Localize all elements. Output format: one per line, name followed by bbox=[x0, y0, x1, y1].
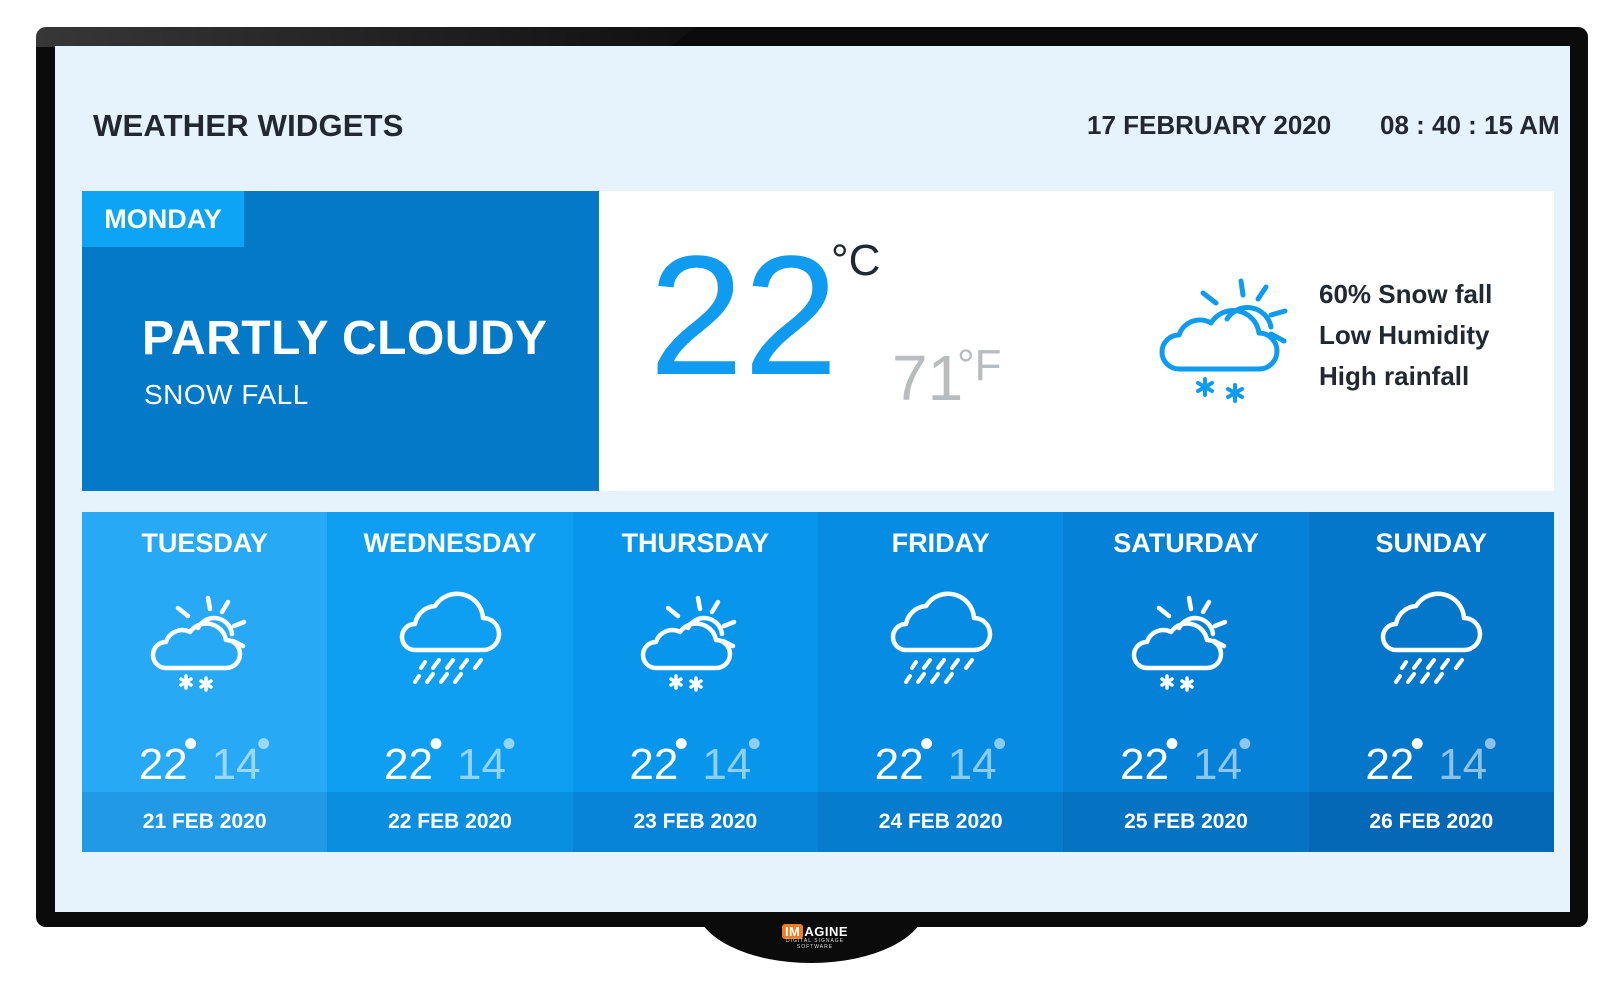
rain-cloud-icon bbox=[1376, 584, 1486, 694]
brand-logo-prefix: IM bbox=[781, 924, 804, 939]
temp-celsius: 22 bbox=[649, 221, 839, 411]
forecast-day-name: SUNDAY bbox=[1375, 528, 1488, 558]
today-details: 60% Snow fall Low Humidity High rainfall bbox=[1319, 279, 1492, 402]
today-day-badge: MONDAY bbox=[82, 191, 244, 247]
detail-snowfall: 60% Snow fall bbox=[1319, 279, 1493, 309]
forecast-temps: 22• 14• bbox=[384, 722, 516, 789]
partly-cloudy-snow-icon bbox=[640, 584, 750, 694]
rain-cloud-icon bbox=[886, 584, 996, 694]
forecast-date: 25 FEB 2020 bbox=[1063, 792, 1309, 852]
forecast-date: 23 FEB 2020 bbox=[572, 792, 818, 852]
forecast-date: 26 FEB 2020 bbox=[1308, 792, 1554, 852]
partly-cloudy-snow-icon bbox=[1131, 584, 1241, 694]
temp-fahrenheit: 71 bbox=[892, 342, 964, 414]
page-title: WEATHER WIDGETS bbox=[93, 108, 404, 143]
forecast-low: 14 bbox=[1438, 740, 1488, 789]
current-weather-panel: 22 °C 71 °F 60% Snow fall Low Humidity H… bbox=[599, 191, 1554, 491]
today-panel: MONDAY PARTLY CLOUDY SNOW FALL bbox=[82, 191, 599, 491]
screen: WEATHER WIDGETS 17 FEBRUARY 2020 08 : 40… bbox=[55, 46, 1570, 912]
forecast-date: 24 FEB 2020 bbox=[817, 792, 1064, 852]
forecast-temps: 22• 14• bbox=[629, 722, 762, 789]
current-time: 08 : 40 : 15 AM bbox=[1380, 110, 1560, 140]
forecast-day: TUESDAY 22• 14• 21 FEB 2020 bbox=[82, 512, 328, 852]
tv-sheen bbox=[36, 27, 696, 47]
forecast-temps: 22• 14• bbox=[138, 722, 271, 789]
detail-rainfall: High rainfall bbox=[1319, 361, 1470, 391]
forecast-low: 14 bbox=[702, 740, 752, 789]
current-date: 17 FEBRUARY 2020 bbox=[1087, 110, 1332, 140]
forecast-day: FRIDAY 22• 14• 24 FEB 2020 bbox=[817, 512, 1064, 852]
forecast-day-name: FRIDAY bbox=[891, 528, 990, 558]
forecast-high: 22 bbox=[1365, 740, 1415, 789]
unit-celsius: °C bbox=[831, 236, 881, 285]
forecast-date: 21 FEB 2020 bbox=[82, 792, 328, 852]
forecast-low: 14 bbox=[947, 740, 997, 789]
forecast-high: 22 bbox=[1120, 740, 1169, 789]
forecast-day: THURSDAY 22• 14• 23 FEB 2020 bbox=[572, 512, 818, 852]
today-sub-condition: SNOW FALL bbox=[144, 379, 309, 410]
brand-logo: IM AGINE DIGITAL SIGNAGE SOFTWARE bbox=[770, 924, 860, 950]
detail-humidity: Low Humidity bbox=[1319, 320, 1490, 350]
forecast-day-name: TUESDAY bbox=[141, 528, 268, 558]
forecast-high: 22 bbox=[384, 740, 433, 789]
rain-cloud-icon bbox=[395, 584, 505, 694]
forecast-day-name: SATURDAY bbox=[1113, 528, 1259, 558]
forecast-low: 14 bbox=[456, 740, 506, 789]
forecast-day: SUNDAY 22• 14• 26 FEB 2020 bbox=[1308, 512, 1554, 852]
forecast-day-name: THURSDAY bbox=[621, 528, 770, 558]
forecast-high: 22 bbox=[138, 740, 188, 789]
forecast-low: 14 bbox=[1192, 740, 1242, 789]
forecast-temps: 22• 14• bbox=[874, 722, 1007, 789]
partly-cloudy-snow-icon bbox=[150, 584, 260, 694]
forecast-date: 22 FEB 2020 bbox=[327, 792, 573, 852]
forecast-day: SATURDAY 22• 14• 25 FEB 2020 bbox=[1063, 512, 1309, 852]
forecast-strip: TUESDAY 22• 14• 21 FEB 2020 WEDNESDAY 22•… bbox=[82, 512, 1554, 852]
today-condition: PARTLY CLOUDY bbox=[142, 312, 548, 365]
forecast-temps: 22• 14• bbox=[1365, 722, 1498, 789]
brand-logo-text: AGINE bbox=[804, 924, 849, 939]
brand-logo-sub: DIGITAL SIGNAGE SOFTWARE bbox=[785, 938, 845, 950]
partly-cloudy-snow-icon bbox=[1159, 278, 1288, 403]
forecast-high: 22 bbox=[874, 740, 924, 789]
forecast-high: 22 bbox=[629, 740, 679, 789]
forecast-day: WEDNESDAY 22• 14• 22 FEB 2020 bbox=[327, 512, 573, 852]
unit-fahrenheit: °F bbox=[957, 341, 1002, 390]
forecast-day-name: WEDNESDAY bbox=[363, 528, 537, 558]
forecast-low: 14 bbox=[211, 740, 261, 789]
forecast-temps: 22• 14• bbox=[1120, 722, 1252, 789]
